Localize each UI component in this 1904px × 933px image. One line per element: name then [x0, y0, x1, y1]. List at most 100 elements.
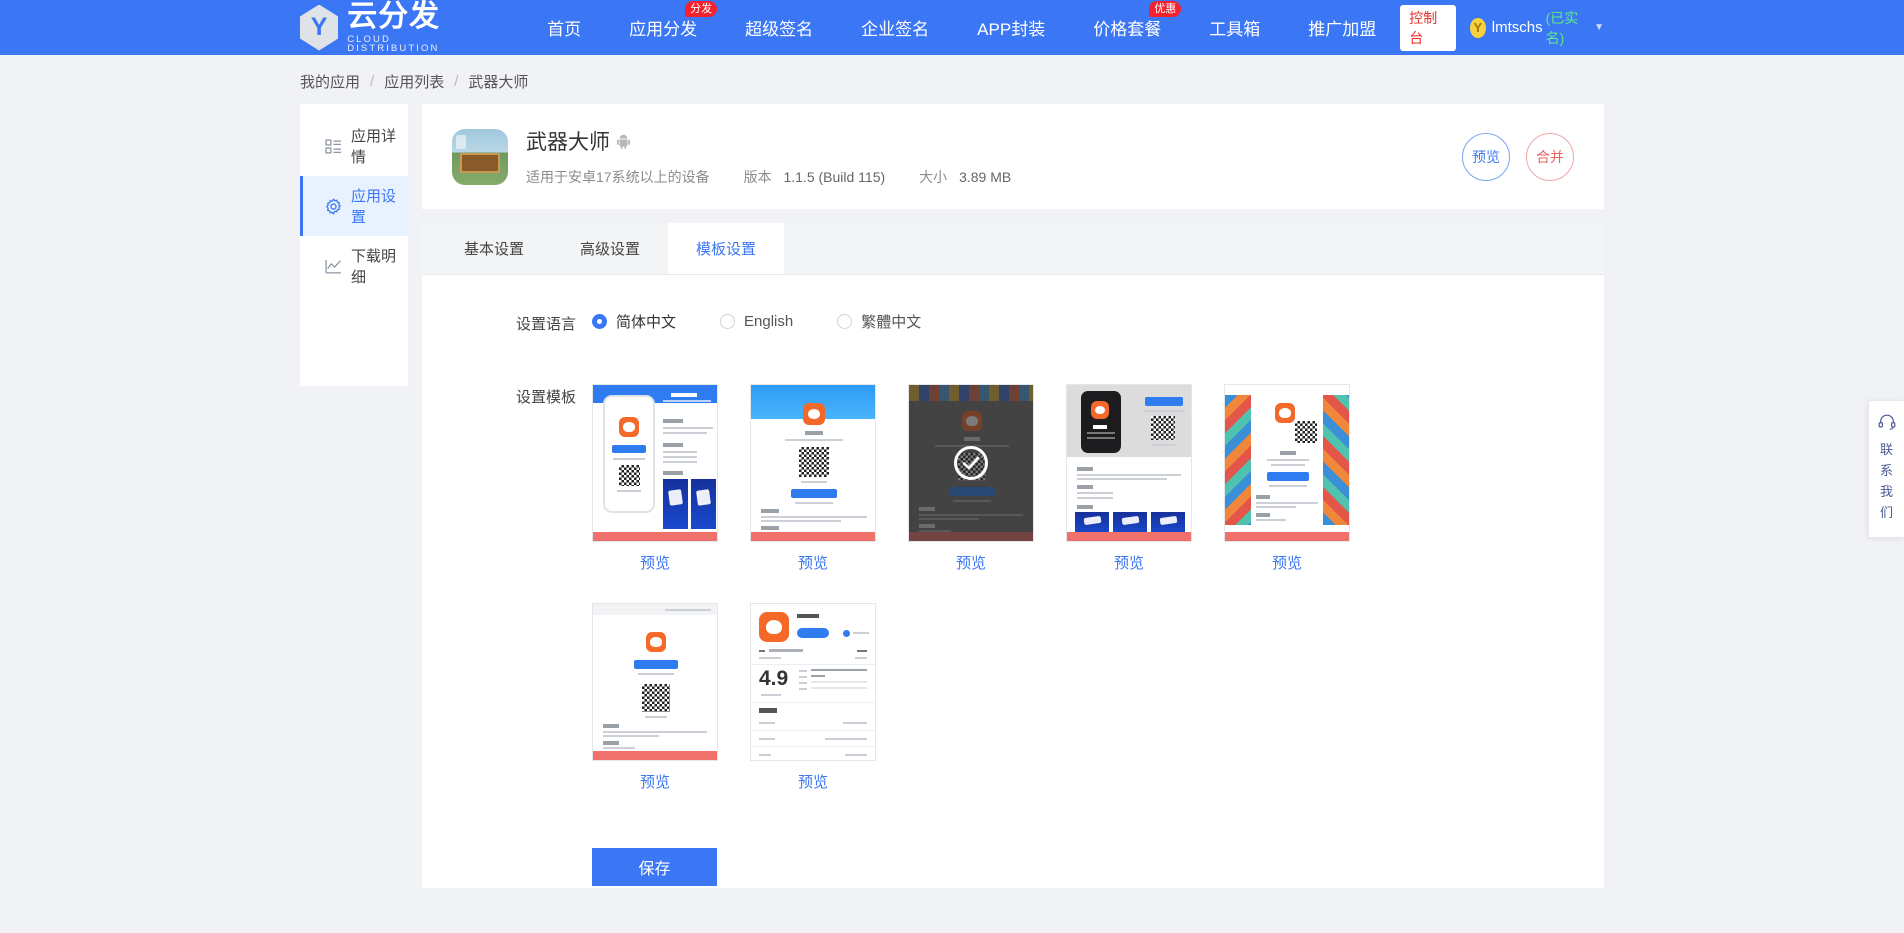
breadcrumb-item-current: 武器大师 — [468, 71, 528, 92]
nav-badge-distribution: 分发 — [685, 1, 717, 17]
breadcrumb-separator: / — [454, 73, 458, 90]
page-layout: 应用详情 应用设置 下载明细 — [0, 104, 1904, 933]
radio-label: 繁體中文 — [861, 311, 921, 332]
nav-item-app-packaging[interactable]: APP封装 — [953, 15, 1069, 40]
nav-item-pricing[interactable]: 价格套餐 优惠 — [1069, 15, 1185, 40]
breadcrumb-item-my-apps[interactable]: 我的应用 — [300, 71, 360, 92]
contact-us-widget[interactable]: 联 系 我 们 — [1868, 400, 1904, 538]
size-label: 大小 — [919, 169, 947, 185]
sidebar-item-download-detail[interactable]: 下载明细 — [300, 236, 408, 296]
breadcrumb-separator: / — [370, 73, 374, 90]
breadcrumb-item-app-list[interactable]: 应用列表 — [384, 71, 444, 92]
radio-english[interactable]: English — [720, 313, 793, 330]
nav-label: 价格套餐 — [1093, 20, 1161, 39]
radio-simplified-chinese[interactable]: 简体中文 — [592, 311, 676, 332]
template-option-3[interactable]: 预览 — [908, 384, 1034, 573]
template-option-6[interactable]: 预览 — [592, 603, 718, 792]
radio-traditional-chinese[interactable]: 繁體中文 — [837, 311, 921, 332]
nav-label: 企业签名 — [861, 20, 929, 39]
radio-dot-icon — [592, 314, 607, 329]
template-preview-link-1[interactable]: 预览 — [592, 552, 718, 573]
templates-label: 设置模板 — [422, 384, 592, 407]
settings-tabs: 基本设置 高级设置 模板设置 — [422, 223, 1604, 275]
username-label: lmtschs — [1492, 19, 1543, 36]
template-thumbnail-3[interactable] — [908, 384, 1034, 542]
chart-icon — [325, 258, 342, 275]
nav-item-toolbox[interactable]: 工具箱 — [1185, 15, 1284, 40]
breadcrumb: 我的应用 / 应用列表 / 武器大师 — [0, 55, 1904, 104]
selected-overlay — [909, 385, 1033, 541]
main-nav-items: 首页 应用分发 分发 超级签名 企业签名 APP封装 价格套餐 优惠 工具箱 推… — [523, 15, 1400, 40]
tab-basic-settings[interactable]: 基本设置 — [436, 223, 552, 274]
template-option-7[interactable]: 4.9 — [750, 603, 876, 792]
template-option-5[interactable]: 预览 — [1224, 384, 1350, 573]
template-thumbnail-5[interactable] — [1224, 384, 1350, 542]
language-label: 设置语言 — [422, 311, 592, 334]
page-title: 武器大师 — [526, 126, 610, 156]
top-navigation-bar: Y 云分发 CLOUD DISTRIBUTION 首页 应用分发 分发 超级签名… — [0, 0, 1904, 55]
nav-right-area: 控制台 Y lmtschs (已实名) ▼ — [1400, 5, 1604, 51]
app-meta: 武器大师 适用于安卓17系统以上的设备 — [526, 126, 1045, 187]
templates-row: 设置模板 — [422, 384, 1604, 792]
template-preview-link-2[interactable]: 预览 — [750, 552, 876, 573]
template-preview-link-7[interactable]: 预览 — [750, 771, 876, 792]
save-row: 保存 — [422, 848, 1604, 886]
sidebar-item-label: 下载明细 — [351, 245, 408, 287]
version-value: 1.1.5 (Build 115) — [783, 169, 885, 185]
nav-label: APP封装 — [977, 20, 1045, 39]
template-settings-panel: 设置语言 简体中文 English 繁體中文 — [422, 275, 1604, 933]
console-button[interactable]: 控制台 — [1400, 5, 1456, 51]
sidebar-item-app-settings[interactable]: 应用设置 — [300, 176, 408, 236]
brand-badge-icon: Y — [300, 5, 338, 51]
contact-char-3: 我 — [1869, 481, 1904, 502]
brand-logo[interactable]: Y 云分发 CLOUD DISTRIBUTION — [300, 2, 475, 54]
sidebar-item-app-detail[interactable]: 应用详情 — [300, 116, 408, 176]
size-value: 3.89 MB — [959, 169, 1011, 185]
app-compat-text: 适用于安卓17系统以上的设备 — [526, 167, 710, 187]
brand-letter: Y — [311, 13, 328, 42]
radio-label: 简体中文 — [616, 311, 676, 332]
nav-item-enterprise-signature[interactable]: 企业签名 — [837, 15, 953, 40]
brand-name-en: CLOUD DISTRIBUTION — [347, 35, 475, 54]
merge-button[interactable]: 合并 — [1526, 133, 1574, 181]
template-preview-link-5[interactable]: 预览 — [1224, 552, 1350, 573]
template-thumbnail-4[interactable] — [1066, 384, 1192, 542]
template-preview-link-4[interactable]: 预览 — [1066, 552, 1192, 573]
template-preview-link-6[interactable]: 预览 — [592, 771, 718, 792]
nav-label: 应用分发 — [629, 20, 697, 39]
nav-item-home[interactable]: 首页 — [523, 15, 605, 40]
radio-label: English — [744, 313, 793, 330]
template-thumbnail-7[interactable]: 4.9 — [750, 603, 876, 761]
tab-template-settings[interactable]: 模板设置 — [668, 223, 784, 274]
language-radio-group: 简体中文 English 繁體中文 — [592, 311, 921, 332]
footer-bar — [0, 888, 1904, 933]
nav-label: 工具箱 — [1209, 20, 1260, 39]
contact-char-2: 系 — [1869, 460, 1904, 481]
sidebar-item-label: 应用设置 — [351, 185, 408, 227]
radio-dot-icon — [720, 314, 735, 329]
radio-dot-icon — [837, 314, 852, 329]
template-thumbnail-2[interactable] — [750, 384, 876, 542]
nav-item-affiliate[interactable]: 推广加盟 — [1284, 15, 1400, 40]
template-option-1[interactable]: 预览 — [592, 384, 718, 573]
preview-button[interactable]: 预览 — [1462, 133, 1510, 181]
template-option-2[interactable]: 预览 — [750, 384, 876, 573]
brand-name-cn: 云分发 — [347, 2, 475, 32]
app-header-actions: 预览 合并 — [1462, 133, 1574, 181]
template-thumbnail-6[interactable] — [592, 603, 718, 761]
contact-char-4: 们 — [1869, 502, 1904, 523]
gear-icon — [325, 198, 342, 215]
template-preview-link-3[interactable]: 预览 — [908, 552, 1034, 573]
app-subinfo: 适用于安卓17系统以上的设备 版本 1.1.5 (Build 115) 大小 3… — [526, 167, 1045, 187]
app-icon — [452, 129, 508, 185]
save-spacer — [422, 848, 592, 850]
tab-advanced-settings[interactable]: 高级设置 — [552, 223, 668, 274]
language-row: 设置语言 简体中文 English 繁體中文 — [422, 311, 1604, 334]
nav-item-app-distribution[interactable]: 应用分发 分发 — [605, 15, 721, 40]
app-header-card: 武器大师 适用于安卓17系统以上的设备 — [422, 104, 1604, 209]
nav-item-super-signature[interactable]: 超级签名 — [721, 15, 837, 40]
user-menu[interactable]: Y lmtschs (已实名) ▼ — [1470, 8, 1604, 48]
template-thumbnail-1[interactable] — [592, 384, 718, 542]
save-button[interactable]: 保存 — [592, 848, 717, 886]
template-option-4[interactable]: 预览 — [1066, 384, 1192, 573]
